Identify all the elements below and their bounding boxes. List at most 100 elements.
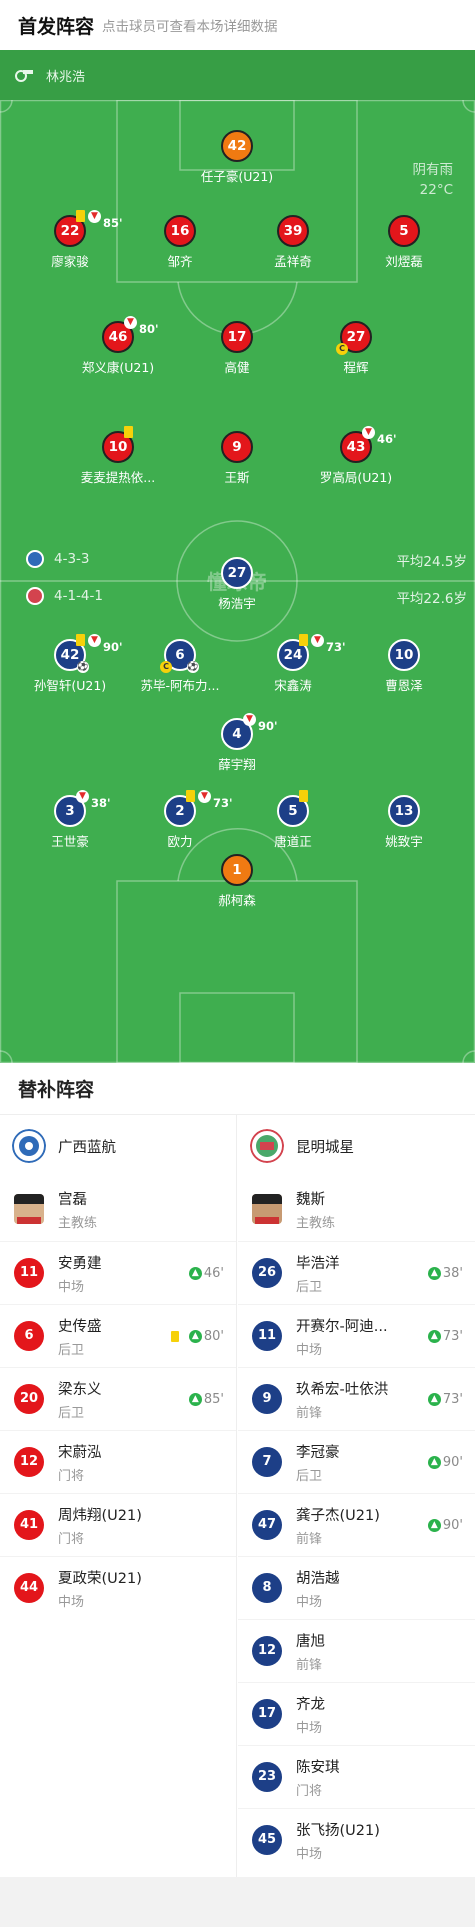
sub-player-info: 唐旭 前锋 xyxy=(296,1630,325,1673)
home-player[interactable]: 9 王斯 xyxy=(177,431,297,486)
sub-in-icon: ▲ xyxy=(188,1393,202,1406)
player-name: 宋鑫涛 xyxy=(274,678,312,693)
player-name: 廖家骏 xyxy=(51,254,89,269)
player-number: 16 xyxy=(164,215,196,247)
away-player[interactable]: 1 郝柯森 xyxy=(177,854,297,909)
player-name: 张飞扬(U21) xyxy=(296,1822,380,1839)
sub-player-row[interactable]: 45 张飞扬(U21) 中场 xyxy=(238,1808,475,1871)
player-name: 史传盛 xyxy=(58,1318,102,1335)
sub-off-icon: ▼ xyxy=(76,790,89,803)
goal-ball-icon: ⚽ xyxy=(187,661,199,673)
sub-player-row[interactable]: 23 陈安琪 门将 xyxy=(238,1745,475,1808)
weather-temperature: 22°C xyxy=(419,182,453,198)
player-number: 26 xyxy=(252,1258,282,1288)
sub-in-icon: ▲ xyxy=(427,1393,441,1406)
home-player[interactable]: 43 ▼ 46' 罗高局(U21) xyxy=(296,426,416,486)
player-position: 中场 xyxy=(58,1279,85,1295)
player-name: 邹齐 xyxy=(167,254,193,269)
away-player[interactable]: 5 唐道正 xyxy=(233,790,353,850)
away-player[interactable]: 42 ▼ 90' ⚽ 孙智轩(U21) xyxy=(10,634,130,694)
home-player[interactable]: 10 麦麦提热依... xyxy=(58,426,178,486)
player-number: 6 xyxy=(14,1321,44,1351)
player-position: 门将 xyxy=(296,1783,323,1799)
sub-player-row[interactable]: 44 夏政荣(U21) 中场 xyxy=(0,1556,236,1619)
sub-player-row[interactable]: 12 唐旭 前锋 xyxy=(238,1619,475,1682)
sub-player-row[interactable]: 20 梁东义 后卫 ▲ 85' xyxy=(0,1367,236,1430)
player-name: 郑义康(U21) xyxy=(81,360,155,375)
home-player[interactable]: 16 邹齐 xyxy=(120,215,240,270)
player-position: 后卫 xyxy=(296,1279,323,1295)
sub-off-icon: ▼ xyxy=(88,634,101,647)
home-team-header[interactable]: 广西蓝航 xyxy=(0,1115,236,1177)
sub-in-time: 46' xyxy=(203,1266,224,1281)
away-team-logo-icon xyxy=(250,1129,284,1163)
away-player[interactable]: 24 ▼ 73' 宋鑫涛 xyxy=(233,634,353,694)
away-coach[interactable]: 魏斯 主教练 xyxy=(238,1177,475,1241)
home-player[interactable]: 46 ▼ 80' 郑义康(U21) xyxy=(58,316,178,376)
sub-in-time: 90' xyxy=(442,1455,463,1470)
player-number: 3 ▼ 38' xyxy=(54,790,111,827)
player-number: 17 xyxy=(221,321,253,353)
home-team-name: 广西蓝航 xyxy=(58,1139,116,1156)
home-player[interactable]: 5 刘熤磊 xyxy=(344,215,464,270)
home-player[interactable]: 17 高健 xyxy=(177,321,297,376)
player-name: 开赛尔-阿迪... xyxy=(296,1318,388,1335)
player-name: 王斯 xyxy=(224,470,250,485)
sub-player-row[interactable]: 11 安勇建 中场 ▲ 46' xyxy=(0,1241,236,1304)
away-player[interactable]: 3 ▼ 38' 王世豪 xyxy=(10,790,130,850)
home-coach[interactable]: 宫磊 主教练 xyxy=(0,1177,236,1241)
sub-off-time: 38' xyxy=(91,796,111,810)
away-player[interactable]: 10 曹恩泽 xyxy=(344,639,464,694)
player-name: 孟祥奇 xyxy=(274,254,312,269)
sub-player-row[interactable]: 8 胡浩越 中场 xyxy=(238,1556,475,1619)
player-number: 43 ▼ 46' xyxy=(340,426,397,463)
player-name: 薛宇翔 xyxy=(218,757,256,772)
home-player[interactable]: 42 任子豪(U21) xyxy=(177,130,297,185)
home-player[interactable]: 27 C 程辉 xyxy=(296,321,416,376)
home-player[interactable]: 39 孟祥奇 xyxy=(233,215,353,270)
away-player[interactable]: 2 ▼ 73' 欧力 xyxy=(120,790,240,850)
sub-off-time: 80' xyxy=(139,322,159,336)
yellow-card-icon xyxy=(299,634,308,646)
sub-off-icon: ▼ xyxy=(124,316,137,329)
away-player[interactable]: 27 杨浩宇 xyxy=(177,557,297,612)
sub-player-info: 毕浩洋 后卫 xyxy=(296,1252,340,1295)
away-team-header[interactable]: 昆明城星 xyxy=(238,1115,475,1177)
sub-player-row[interactable]: 9 玖希宏-吐依洪 前锋 ▲ 73' xyxy=(238,1367,475,1430)
sub-player-row[interactable]: 17 齐龙 中场 xyxy=(238,1682,475,1745)
player-number: 10 xyxy=(388,639,420,671)
home-player[interactable]: 22 ▼ 85' 廖家骏 xyxy=(10,210,130,270)
sub-player-info: 张飞扬(U21) 中场 xyxy=(296,1819,380,1862)
whistle-icon xyxy=(15,70,33,82)
player-name: 龚子杰(U21) xyxy=(296,1507,380,1524)
sub-in-icon: ▲ xyxy=(427,1456,441,1469)
away-avg-age: 平均22.6岁 xyxy=(396,591,467,607)
player-position: 后卫 xyxy=(58,1405,85,1421)
player-name: 周炜翔(U21) xyxy=(58,1507,142,1524)
away-player[interactable]: 4 ▼ 90' 薛宇翔 xyxy=(177,713,297,773)
player-name: 陈安琪 xyxy=(296,1759,340,1776)
away-player[interactable]: 13 姚致宇 xyxy=(344,795,464,850)
player-number: 5 xyxy=(277,790,309,827)
avatar xyxy=(252,1194,282,1224)
player-name: 唐道正 xyxy=(274,834,312,849)
sub-in-icon: ▲ xyxy=(427,1267,441,1280)
player-name: 罗高局(U21) xyxy=(319,470,393,485)
sub-player-row[interactable]: 7 李冠豪 后卫 ▲ 90' xyxy=(238,1430,475,1493)
sub-player-row[interactable]: 12 宋蔚泓 门将 xyxy=(0,1430,236,1493)
player-position: 中场 xyxy=(58,1594,85,1610)
player-name: 梁东义 xyxy=(58,1381,102,1398)
sub-player-row[interactable]: 11 开赛尔-阿迪... 中场 ▲ 73' xyxy=(238,1304,475,1367)
sub-player-row[interactable]: 26 毕浩洋 后卫 ▲ 38' xyxy=(238,1241,475,1304)
coach-name: 宫磊 xyxy=(58,1191,87,1208)
player-number: 6 C ⚽ xyxy=(160,639,199,673)
sub-in-indicator: ▲ 73' xyxy=(427,1329,463,1344)
sub-player-row[interactable]: 47 龚子杰(U21) 前锋 ▲ 90' xyxy=(238,1493,475,1556)
away-player[interactable]: 6 C ⚽ 苏毕-阿布力... xyxy=(120,639,240,694)
sub-in-indicator: ▲ 46' xyxy=(188,1266,224,1281)
sub-player-row[interactable]: 6 史传盛 后卫 ▲ 80' xyxy=(0,1304,236,1367)
player-number: 5 xyxy=(388,215,420,247)
sub-in-time: 85' xyxy=(203,1392,224,1407)
sub-player-row[interactable]: 41 周炜翔(U21) 门将 xyxy=(0,1493,236,1556)
player-name: 安勇建 xyxy=(58,1255,102,1272)
